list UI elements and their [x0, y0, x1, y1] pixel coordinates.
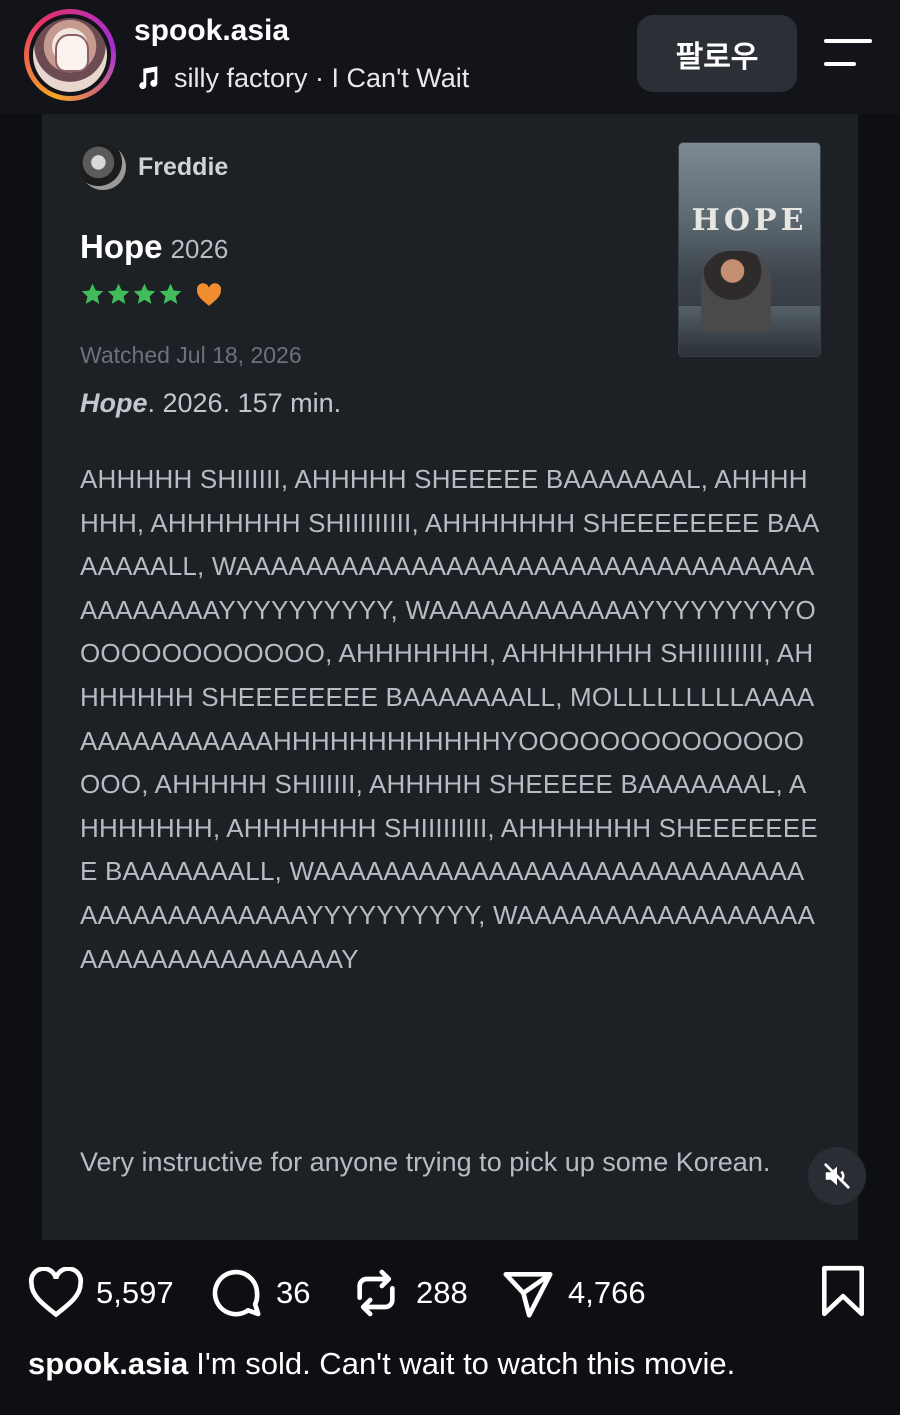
poster-title: HOPE — [691, 203, 808, 238]
reviewer-avatar — [80, 144, 126, 190]
caption-username[interactable]: spook.asia — [28, 1346, 188, 1381]
post-actions: 5,597 36 288 4,766 — [0, 1240, 900, 1350]
post-media[interactable]: Freddie Hope 2026 Watched Jul 18, 2026 H… — [0, 114, 900, 1240]
film-meta-title: Hope — [80, 388, 148, 418]
star-icon — [133, 283, 156, 304]
like-count: 5,597 — [96, 1275, 174, 1310]
film-year: 2026 — [170, 234, 229, 264]
repost-icon — [357, 1269, 395, 1317]
music-note-icon — [139, 66, 158, 90]
speaker-muted-icon — [824, 1163, 850, 1189]
heart-icon — [28, 1267, 84, 1318]
film-title: Hope — [80, 228, 163, 265]
like-button[interactable]: 5,597 — [28, 1262, 174, 1324]
star-icon — [81, 283, 104, 304]
music-song: I Can't Wait — [331, 62, 470, 93]
review-text: AHHHHH SHIIIIII, AHHHHH SHEEEEE BAAAAAAA… — [80, 464, 820, 974]
share-icon — [503, 1272, 553, 1318]
review-note: Very instructive for anyone trying to pi… — [80, 1147, 771, 1177]
rating — [80, 282, 222, 307]
comment-icon — [212, 1269, 261, 1317]
review-card: Freddie Hope 2026 Watched Jul 18, 2026 H… — [42, 114, 858, 1240]
film-title-row: Hope 2026 — [80, 228, 228, 266]
film-meta-details: . 2026. 157 min. — [147, 388, 342, 418]
watched-date: Watched Jul 18, 2026 — [80, 342, 302, 368]
follow-button[interactable]: 팔로우 — [637, 15, 797, 92]
music-separator: · — [307, 62, 332, 93]
liked-heart-icon — [196, 282, 222, 306]
repost-count: 288 — [416, 1275, 468, 1310]
share-count: 4,766 — [568, 1275, 646, 1310]
film-poster: HOPE — [678, 142, 821, 357]
caption-text: I'm sold. Can't wait to watch this movie… — [196, 1346, 736, 1381]
post-page: spook.asia silly factory · I Can't Wait … — [0, 0, 900, 1415]
star-icon — [107, 283, 130, 304]
star-icon — [159, 283, 182, 304]
bookmark-icon[interactable] — [818, 1264, 868, 1318]
share-button[interactable]: 4,766 — [500, 1262, 646, 1324]
profile-avatar[interactable] — [24, 9, 116, 101]
reviewer-name: Freddie — [138, 152, 229, 181]
post-caption: spook.asia I'm sold. Can't wait to watch … — [28, 1346, 735, 1382]
comment-button[interactable]: 36 — [208, 1262, 310, 1324]
repost-button[interactable]: 288 — [348, 1262, 468, 1324]
comment-count: 36 — [276, 1275, 311, 1310]
music-info[interactable]: silly factory · I Can't Wait — [134, 60, 469, 96]
mute-button[interactable] — [808, 1147, 866, 1205]
username[interactable]: spook.asia — [134, 14, 289, 48]
music-artist: silly factory — [174, 62, 308, 93]
film-meta: Hope. 2026. 157 min. — [80, 388, 341, 419]
post-header: spook.asia silly factory · I Can't Wait … — [0, 0, 900, 114]
menu-icon[interactable] — [820, 36, 876, 72]
reviewer: Freddie — [80, 144, 228, 190]
